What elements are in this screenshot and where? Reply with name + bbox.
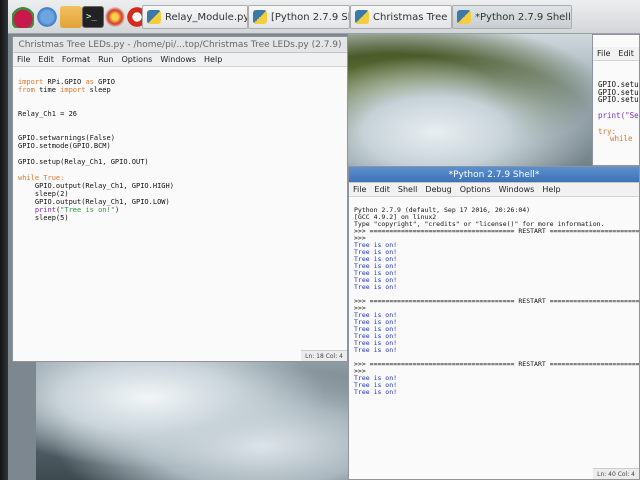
menu-edit[interactable]: Edit	[374, 183, 390, 196]
menu-help[interactable]: Help	[204, 53, 222, 66]
editor-window[interactable]: Christmas Tree LEDs.py - /home/pi/...top…	[12, 36, 348, 362]
code-editor[interactable]: import RPi.GPIO as GPIO from time import…	[13, 67, 347, 225]
task-label: Relay_Module.py - /h...	[165, 11, 248, 23]
menu-run[interactable]: Run	[98, 53, 113, 66]
taskbar: >_ Relay_Module.py - /h... [Python 2.7.9…	[8, 0, 640, 34]
python-file-icon	[355, 10, 369, 24]
menu-file[interactable]: File	[17, 53, 30, 66]
editor-titlebar[interactable]: Christmas Tree LEDs.py - /home/pi/...top…	[13, 37, 347, 53]
menu-shell[interactable]: Shell	[398, 183, 418, 196]
output-line: Tree is on!	[354, 346, 398, 354]
desktop: File Edit GPIO.setup GPIO.setup GPIO.set…	[8, 0, 640, 480]
task-label: [Python 2.7.9 Shell]	[271, 11, 349, 23]
shell-window[interactable]: *Python 2.7.9 Shell* File Edit Shell Deb…	[348, 166, 640, 480]
globe-icon[interactable]	[36, 6, 58, 28]
code-line: sleep(2)	[18, 190, 69, 198]
background-editor-window[interactable]: File Edit GPIO.setup GPIO.setup GPIO.set…	[592, 34, 640, 166]
task-label: Christmas Tree LEDs...	[373, 11, 451, 23]
code-line: import RPi.GPIO as GPIO	[18, 78, 115, 86]
taskbar-item-christmas-tree[interactable]: Christmas Tree LEDs...	[350, 5, 452, 29]
menu-windows[interactable]: Windows	[499, 183, 535, 196]
bg-code-line: GPIO.setup	[598, 95, 640, 105]
code-line: GPIO.output(Relay_Ch1, GPIO.HIGH)	[18, 182, 174, 190]
editor-menubar: File Edit Format Run Options Windows Hel…	[13, 53, 347, 67]
background-code: GPIO.setup GPIO.setup GPIO.setup print("…	[593, 61, 639, 146]
taskbar-item-shell-active[interactable]: *Python 2.7.9 Shell*	[452, 5, 572, 29]
output-line: Tree is on!	[354, 283, 398, 291]
burst-icon[interactable]	[104, 6, 126, 28]
python-shell-icon	[457, 10, 471, 24]
menu-edit[interactable]: Edit	[618, 47, 634, 60]
menu-format[interactable]: Format	[62, 53, 90, 66]
output-line: Tree is on!	[354, 388, 398, 396]
banner-line: Type "copyright", "credits" or "license(…	[354, 220, 605, 228]
wallpaper-waterfall-bottom	[36, 362, 356, 480]
code-line: sleep(5)	[18, 214, 69, 222]
restart-label: RESTART	[518, 360, 546, 368]
code-line: from time import sleep	[18, 86, 111, 94]
shell-menubar: File Edit Shell Debug Options Windows He…	[349, 183, 639, 197]
shell-statusbar: Ln: 40 Col: 4	[593, 468, 639, 479]
shell-output[interactable]: Python 2.7.9 (default, Sep 17 2016, 20:2…	[349, 197, 639, 399]
shell-titlebar[interactable]: *Python 2.7.9 Shell*	[349, 167, 639, 183]
python-file-icon	[147, 10, 161, 24]
restart-label: RESTART	[518, 227, 546, 235]
menu-options[interactable]: Options	[460, 183, 491, 196]
bg-code-line: print("Setu	[598, 110, 639, 120]
taskbar-item-relay-module[interactable]: Relay_Module.py - /h...	[142, 5, 248, 29]
bg-code-line: while	[610, 134, 633, 144]
terminal-icon[interactable]: >_	[82, 6, 104, 28]
python-shell-icon	[253, 10, 267, 24]
restart-label: RESTART	[518, 297, 546, 305]
folder-icon[interactable]	[60, 6, 82, 28]
code-line: while True:	[18, 174, 65, 182]
task-label: *Python 2.7.9 Shell*	[475, 11, 572, 23]
code-line: GPIO.setwarnings(False)	[18, 134, 115, 142]
menu-file[interactable]: File	[353, 183, 366, 196]
menu-file[interactable]: File	[597, 47, 610, 60]
code-line: GPIO.setmode(GPIO.BCM)	[18, 142, 111, 150]
menu-windows[interactable]: Windows	[160, 53, 196, 66]
code-line: print("Tree is on!")	[34, 206, 120, 214]
menu-help[interactable]: Help	[542, 183, 560, 196]
menu-options[interactable]: Options	[121, 53, 152, 66]
editor-statusbar: Ln: 18 Col: 4	[301, 350, 347, 361]
menu-edit[interactable]: Edit	[38, 53, 54, 66]
raspberry-icon[interactable]	[12, 6, 34, 28]
code-line: GPIO.setup(Relay_Ch1, GPIO.OUT)	[18, 158, 149, 166]
menu-debug[interactable]: Debug	[425, 183, 451, 196]
code-line: Relay_Ch1 = 26	[18, 110, 78, 118]
taskbar-item-python-shell[interactable]: [Python 2.7.9 Shell]	[248, 5, 350, 29]
code-line: GPIO.output(Relay_Ch1, GPIO.LOW)	[18, 198, 170, 206]
